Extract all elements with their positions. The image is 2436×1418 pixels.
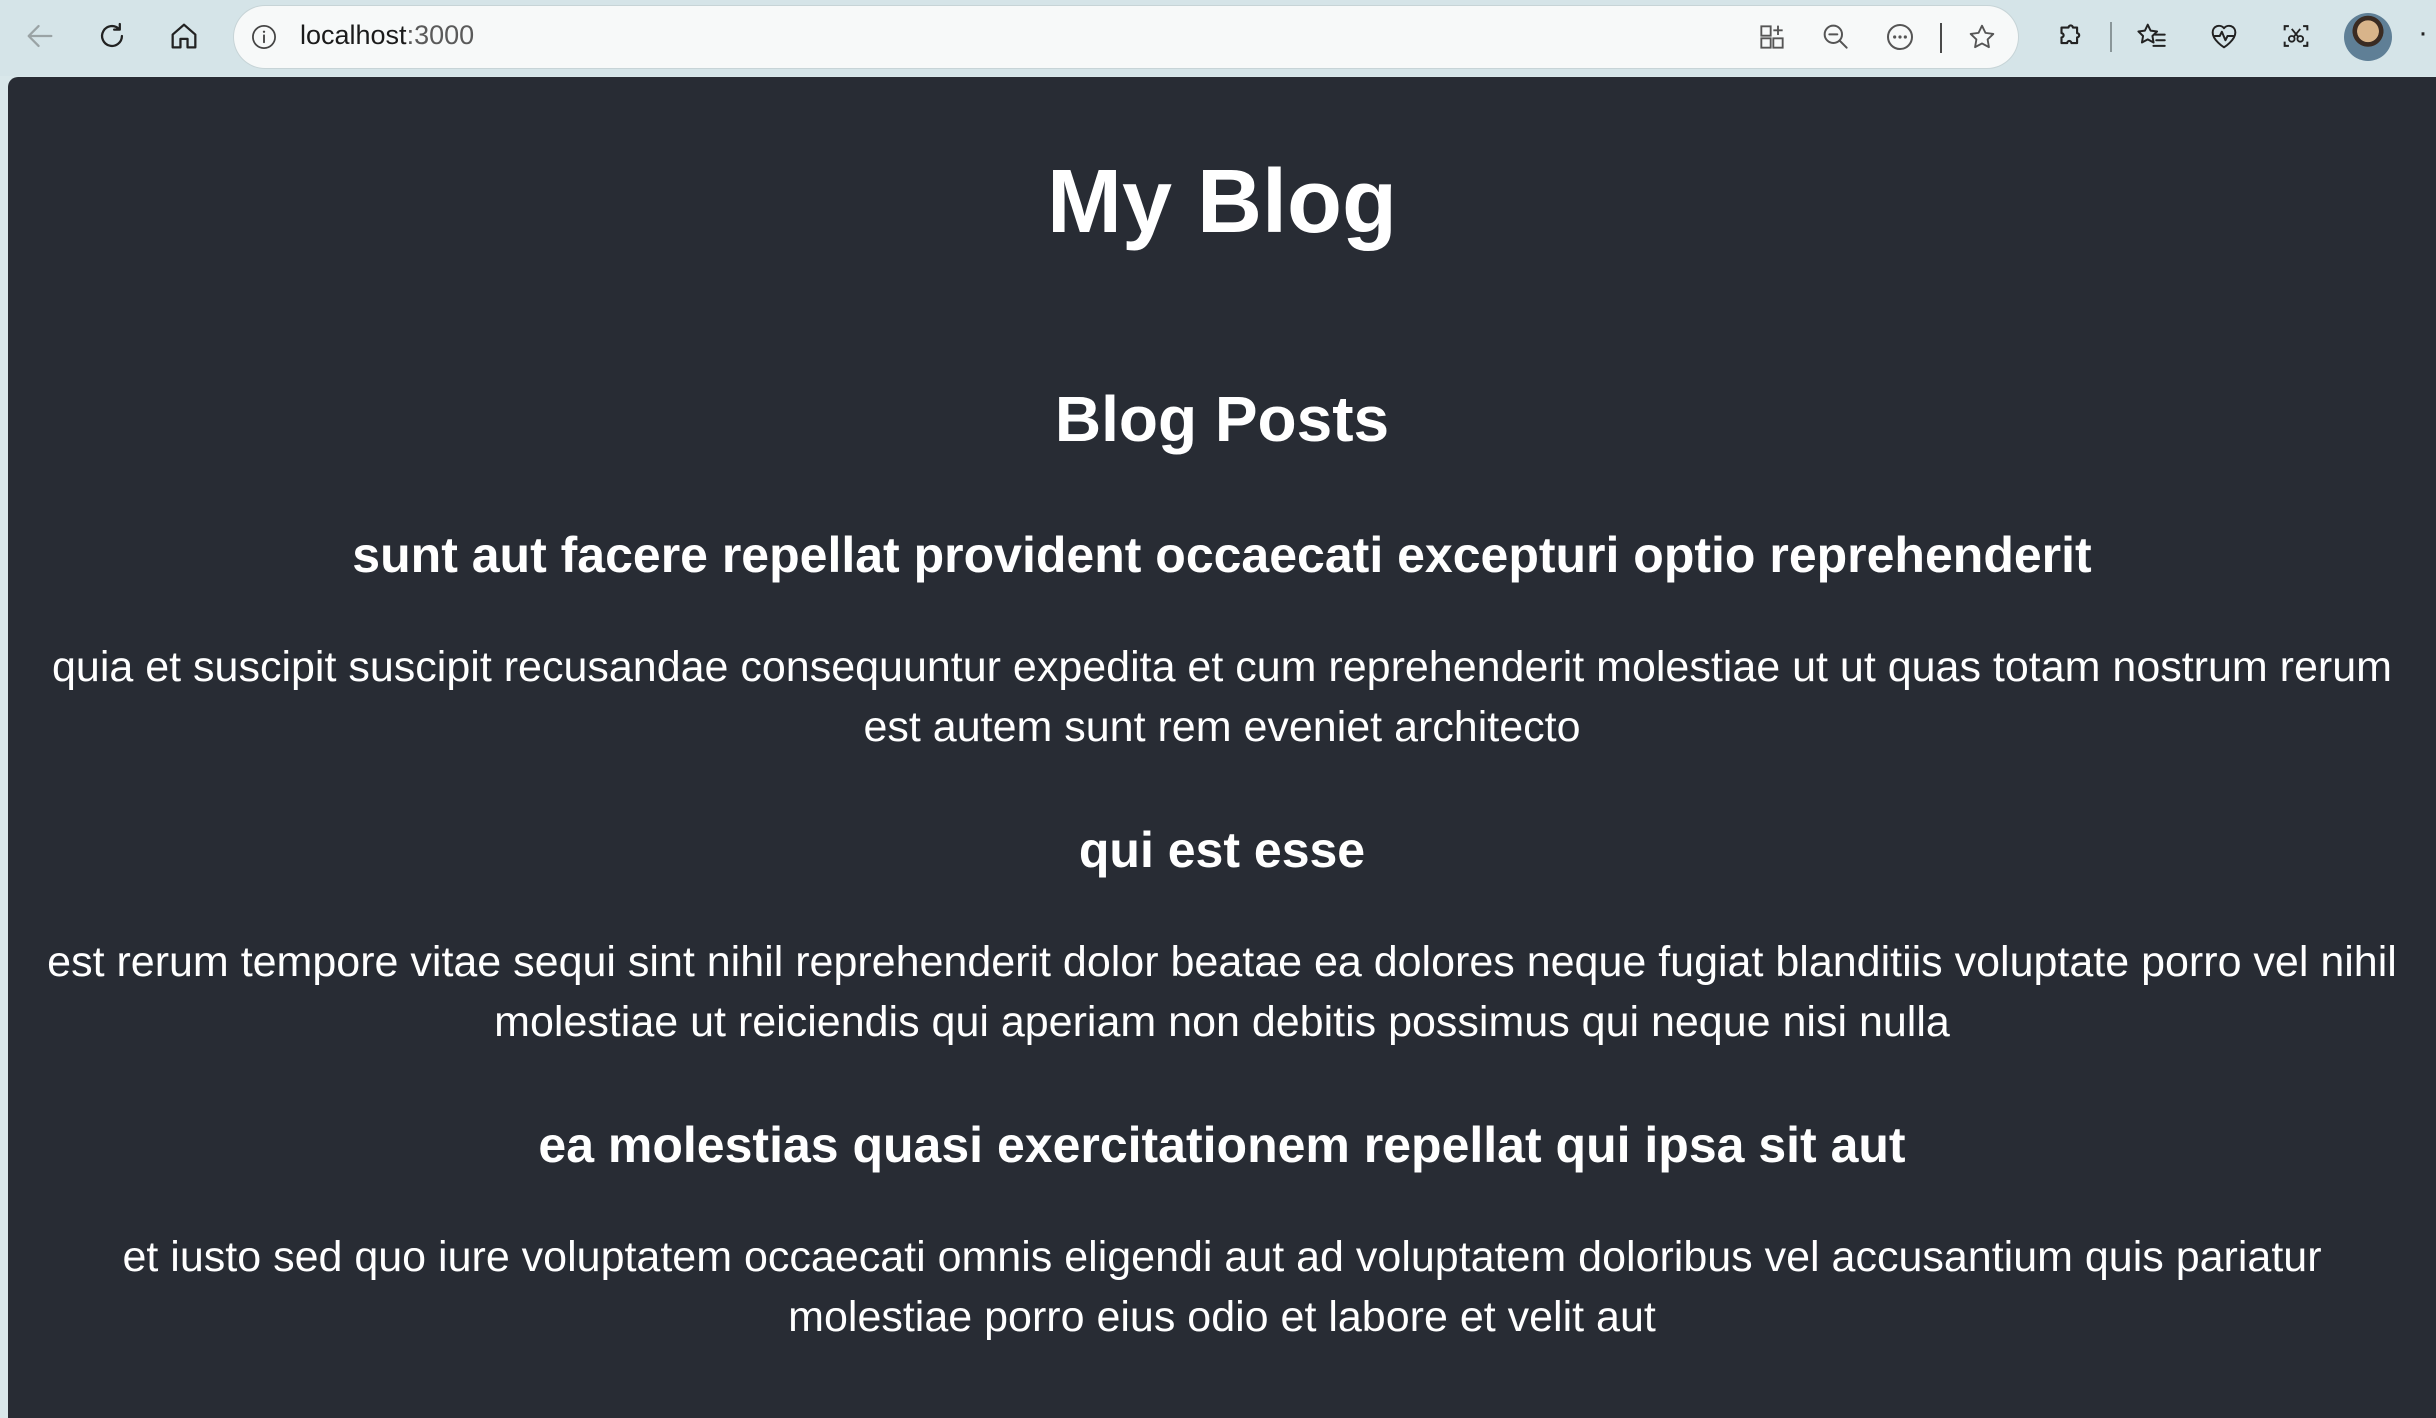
reading-more-icon — [1887, 24, 1913, 50]
site-info-icon[interactable] — [250, 23, 278, 51]
section-title: Blog Posts — [1054, 383, 1390, 455]
app-available-icon — [1760, 25, 1784, 49]
favorite-star-icon — [1969, 24, 1995, 49]
post-title: ea molestias quasi exercitationem repell… — [538, 1117, 1906, 1173]
home-button[interactable] — [160, 12, 208, 60]
blog-post: ea molestias quasi exercitationem repell… — [8, 1113, 2436, 1347]
more-options-icon[interactable]: · — [2418, 18, 2428, 48]
toolbar-divider — [2110, 22, 2112, 52]
zoom-out-button[interactable] — [1818, 19, 1854, 55]
favorite-button[interactable] — [1964, 19, 2000, 55]
back-icon — [27, 24, 53, 48]
favorites-button[interactable] — [2130, 14, 2174, 58]
url-host: localhost — [300, 20, 407, 50]
reading-more-button[interactable] — [1882, 19, 1918, 55]
screenshot-button[interactable] — [2274, 14, 2318, 58]
zoom-out-icon — [1823, 24, 1848, 49]
back-button[interactable] — [16, 12, 64, 60]
post-title: qui est esse — [1078, 822, 1366, 878]
refresh-button[interactable] — [88, 12, 136, 60]
screenshot-icon — [2283, 25, 2309, 47]
post-title: sunt aut facere repellat provident occae… — [352, 527, 2092, 583]
blog-page: My Blog Blog Posts sunt aut facere repel… — [8, 77, 2436, 1418]
post-body: et iusto sed quo iure voluptatem occaeca… — [122, 1233, 2322, 1341]
browser-essentials-button[interactable] — [2202, 14, 2246, 58]
address-bar[interactable]: localhost:3000 — [234, 6, 2018, 68]
browser-toolbar: localhost:3000 · — [0, 0, 2436, 76]
favorites-icon — [2137, 23, 2166, 47]
extensions-icon — [2060, 24, 2081, 45]
url-text[interactable]: localhost:3000 — [300, 20, 474, 51]
blog-post: qui est esse est rerum tempore vitae seq… — [8, 818, 2436, 1052]
address-bar-divider — [1940, 23, 1942, 53]
app-available-button[interactable] — [1754, 19, 1790, 55]
profile-avatar[interactable] — [2344, 13, 2392, 61]
site-title: My Blog — [1047, 152, 1397, 252]
home-icon — [171, 23, 197, 49]
browser-essentials-icon — [2211, 24, 2237, 49]
blog-post: sunt aut facere repellat provident occae… — [8, 523, 2436, 757]
extensions-button[interactable] — [2048, 14, 2092, 58]
url-port: :3000 — [406, 20, 475, 50]
post-body: quia et suscipit suscipit recusandae con… — [52, 643, 2392, 751]
post-body: est rerum tempore vitae sequi sint nihil… — [47, 938, 2397, 1046]
refresh-icon — [100, 22, 124, 48]
